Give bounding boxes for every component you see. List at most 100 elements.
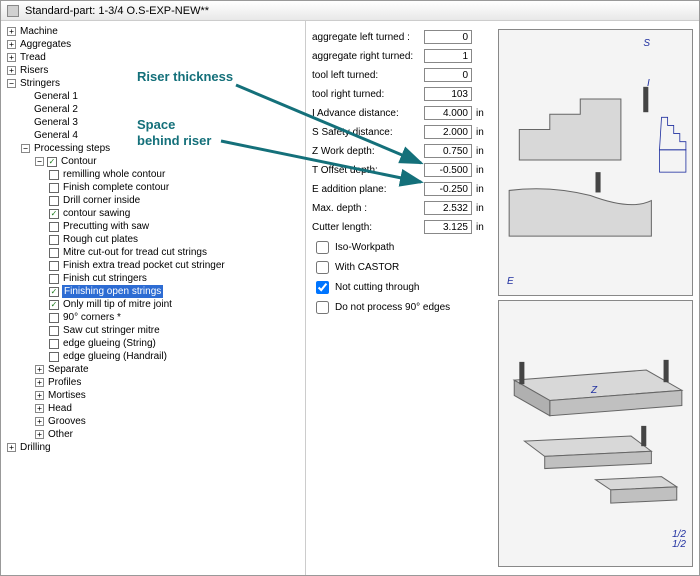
tree-90-corners[interactable]: 90° corners * <box>47 311 303 324</box>
tree-only-mill[interactable]: Only mill tip of mitre joint <box>47 298 303 311</box>
tree-panel: +Machine +Aggregates +Tread +Risers −Str… <box>1 21 306 575</box>
tree-precutting[interactable]: Precutting with saw <box>47 220 303 233</box>
tree-mortises[interactable]: +Mortises <box>33 389 303 402</box>
param-tool-left: tool left turned: <box>312 67 492 83</box>
checkbox[interactable] <box>49 170 59 180</box>
expander-icon[interactable]: + <box>35 378 44 387</box>
expander-icon[interactable]: − <box>7 79 16 88</box>
checkbox[interactable] <box>49 339 59 349</box>
tree-general-4[interactable]: General 4 <box>19 129 303 142</box>
param-aggregate-right: aggregate right turned: <box>312 48 492 64</box>
expander-icon[interactable]: − <box>21 144 30 153</box>
checkbox[interactable] <box>49 183 59 193</box>
checkbox[interactable] <box>49 352 59 362</box>
expander-icon[interactable]: + <box>35 404 44 413</box>
checkbox-iso[interactable] <box>316 241 329 254</box>
diagrams: S I E <box>498 29 693 567</box>
expander-icon[interactable]: + <box>7 53 16 62</box>
tree-profiles[interactable]: +Profiles <box>33 376 303 389</box>
check-no-90[interactable]: Do not process 90° edges <box>312 300 492 315</box>
tool-icon <box>643 87 648 112</box>
tree[interactable]: +Machine +Aggregates +Tread +Risers −Str… <box>3 25 303 454</box>
tree-aggregates[interactable]: +Aggregates <box>5 38 303 51</box>
checkbox[interactable] <box>49 222 59 232</box>
tree-separate[interactable]: +Separate <box>33 363 303 376</box>
input-cutter-length[interactable] <box>424 220 472 234</box>
check-iso-workpath[interactable]: Iso-Workpath <box>312 240 492 255</box>
expander-icon[interactable]: + <box>7 40 16 49</box>
tree-risers[interactable]: +Risers <box>5 64 303 77</box>
input-advance[interactable] <box>424 106 472 120</box>
expander-icon[interactable]: + <box>7 443 16 452</box>
tree-mitre-cutout[interactable]: Mitre cut-out for tread cut strings <box>47 246 303 259</box>
expander-icon[interactable]: + <box>35 365 44 374</box>
tree-remilling[interactable]: remilling whole contour <box>47 168 303 181</box>
input-aggregate-left[interactable] <box>424 30 472 44</box>
checkbox[interactable] <box>49 248 59 258</box>
tree-drill-corner[interactable]: Drill corner inside <box>47 194 303 207</box>
param-offset: T Offset depth: in <box>312 162 492 178</box>
tree-finish-extra[interactable]: Finish extra tread pocket cut stringer <box>47 259 303 272</box>
tree-general-3[interactable]: General 3 <box>19 116 303 129</box>
diagram-label-s: S <box>643 38 650 49</box>
tree-stringers[interactable]: −Stringers <box>5 77 303 90</box>
check-castor[interactable]: With CASTOR <box>312 260 492 275</box>
checkbox[interactable] <box>49 209 59 219</box>
tree-tread[interactable]: +Tread <box>5 51 303 64</box>
tool-icon <box>641 426 646 446</box>
input-tool-right[interactable] <box>424 87 472 101</box>
tree-other[interactable]: +Other <box>33 428 303 441</box>
window-title: Standard-part: 1-3/4 O.S-EXP-NEW** <box>25 5 209 17</box>
checkbox[interactable] <box>49 196 59 206</box>
diagram-top: S I E <box>498 29 693 296</box>
checkbox[interactable] <box>49 287 59 297</box>
check-not-cutting[interactable]: Not cutting through <box>312 280 492 295</box>
checkbox[interactable] <box>49 261 59 271</box>
input-safety[interactable] <box>424 125 472 139</box>
diagram-bottom: Z 1/2 1/2 <box>498 300 693 567</box>
input-addition[interactable] <box>424 182 472 196</box>
tree-edge-glue-handrail[interactable]: edge glueing (Handrail) <box>47 350 303 363</box>
diagram-label-e: E <box>507 276 514 287</box>
tree-finish-cut[interactable]: Finish cut stringers <box>47 272 303 285</box>
tree-edge-glue-string[interactable]: edge glueing (String) <box>47 337 303 350</box>
tree-finish-complete[interactable]: Finish complete contour <box>47 181 303 194</box>
tree-grooves[interactable]: +Grooves <box>33 415 303 428</box>
input-offset[interactable] <box>424 163 472 177</box>
tree-head[interactable]: +Head <box>33 402 303 415</box>
tree-rough-cut[interactable]: Rough cut plates <box>47 233 303 246</box>
checkbox[interactable] <box>49 326 59 336</box>
param-cutter-length: Cutter length: in <box>312 219 492 235</box>
tree-machine[interactable]: +Machine <box>5 25 303 38</box>
slab-diagram-icon <box>499 301 692 566</box>
tree-general-1[interactable]: General 1 <box>19 90 303 103</box>
tree-general-2[interactable]: General 2 <box>19 103 303 116</box>
tree-drilling[interactable]: +Drilling <box>5 441 303 454</box>
checkbox-castor[interactable] <box>316 261 329 274</box>
expander-icon[interactable]: + <box>35 417 44 426</box>
input-aggregate-right[interactable] <box>424 49 472 63</box>
param-addition: E addition plane: in <box>312 181 492 197</box>
expander-icon[interactable]: + <box>7 66 16 75</box>
tree-processing[interactable]: −Processing steps <box>19 142 303 155</box>
checkbox-no-90[interactable] <box>316 301 329 314</box>
diagram-label-half2: 1/2 <box>672 539 686 550</box>
expander-icon[interactable]: − <box>35 157 44 166</box>
param-tool-right: tool right turned: <box>312 86 492 102</box>
input-work-depth[interactable] <box>424 144 472 158</box>
input-max-depth[interactable] <box>424 201 472 215</box>
checkbox[interactable] <box>47 157 57 167</box>
tree-saw-cut[interactable]: Saw cut stringer mitre <box>47 324 303 337</box>
checkbox[interactable] <box>49 313 59 323</box>
checkbox[interactable] <box>49 235 59 245</box>
expander-icon[interactable]: + <box>35 391 44 400</box>
expander-icon[interactable]: + <box>35 430 44 439</box>
tree-finishing-open[interactable]: Finishing open strings <box>47 285 303 298</box>
checkbox[interactable] <box>49 274 59 284</box>
expander-icon[interactable]: + <box>7 27 16 36</box>
tree-contour-sawing[interactable]: contour sawing <box>47 207 303 220</box>
tree-contour[interactable]: −Contour <box>33 155 303 168</box>
input-tool-left[interactable] <box>424 68 472 82</box>
checkbox-not-cutting[interactable] <box>316 281 329 294</box>
checkbox[interactable] <box>49 300 59 310</box>
